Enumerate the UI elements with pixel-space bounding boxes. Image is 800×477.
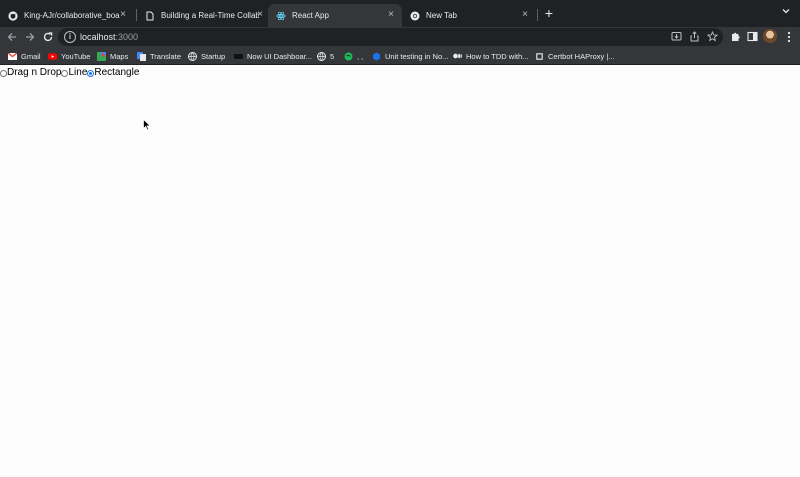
mouse-pointer-icon [143,119,151,131]
bookmark-icon [372,52,381,61]
bookmark-translate[interactable]: Translate [137,50,181,62]
bookmark-label: Startup [201,51,226,61]
youtube-icon [48,52,57,61]
share-icon[interactable] [688,31,700,43]
bookmark-tdd[interactable]: How to TDD with... [453,50,528,62]
gmail-icon [8,52,17,61]
tab-title: Building a Real-Time Collabora [161,11,259,20]
tool-label-line[interactable]: Line [68,67,87,79]
install-app-icon[interactable] [670,31,682,43]
tab-github[interactable]: King-AJr/collaborative_board × [0,4,134,27]
url-host: localhost [80,32,116,42]
bookmark-label: How to TDD with... [466,51,529,61]
tab-strip: King-AJr/collaborative_board × Building … [0,0,800,27]
tool-radio-drag-n-drop[interactable] [0,69,7,77]
bookmark-label: Translate [150,51,181,61]
extensions-puzzle-icon[interactable] [729,31,741,43]
globe-icon [317,51,326,61]
close-tab-icon[interactable]: × [257,9,263,21]
bookmark-icon [234,52,243,61]
reload-button[interactable] [40,29,56,45]
browser-toolbar: i localhost:3000 [0,27,800,47]
bookmark-icon [535,52,544,61]
bookmark-maps[interactable]: Maps [97,50,128,62]
close-tab-icon[interactable]: × [522,9,528,21]
site-info-icon[interactable]: i [64,31,76,43]
bookmark-startup[interactable]: Startup [188,50,225,62]
document-icon [145,11,155,21]
bookmark-star-icon[interactable] [706,30,718,43]
medium-icon [453,52,462,61]
bookmark-now-ui-dashboard[interactable]: Now UI Dashboar... [234,50,312,62]
page-content: Drag n Drop Line Rectangle [0,65,800,477]
github-icon [8,10,18,21]
tool-selector: Drag n Drop Line Rectangle [0,67,139,79]
bookmark-label: 5 [330,51,335,61]
bookmark-comma[interactable]: , , [344,50,363,62]
tool-label-drag-n-drop[interactable]: Drag n Drop [7,67,61,79]
more-menu-icon[interactable] [783,31,795,43]
tool-label-rectangle[interactable]: Rectangle [94,67,139,79]
bookmark-label: YouTube [61,51,91,61]
side-panel-icon[interactable] [746,31,758,43]
bookmark-youtube[interactable]: YouTube [48,50,90,62]
bookmark-label: , , [357,51,364,61]
bookmark-label: Certbot HAProxy |... [548,51,615,61]
globe-icon [188,51,197,61]
bookmark-gmail[interactable]: Gmail [8,50,41,62]
bookmark-label: Unit testing in No... [385,51,449,61]
url-port: :3000 [115,32,139,42]
tab-react-app[interactable]: React App × [268,4,402,27]
close-tab-icon[interactable]: × [120,9,126,21]
address-url[interactable]: localhost:3000 [80,31,138,43]
bookmark-label: Gmail [21,51,41,61]
close-tab-icon[interactable]: × [388,9,394,21]
tab-search-chevron-icon[interactable] [780,6,792,18]
tool-radio-line[interactable] [61,69,69,77]
address-bar[interactable]: i localhost:3000 [58,28,723,46]
back-button[interactable] [4,29,20,45]
maps-icon [97,51,106,61]
tab-article[interactable]: Building a Real-Time Collabora × [137,4,271,27]
tab-title: King-AJr/collaborative_board [24,11,120,20]
react-icon [276,11,286,21]
bookmark-5[interactable]: 5 [317,50,334,62]
bookmarks-bar: Gmail YouTube Maps Translate Startup Now… [0,47,800,65]
forward-button[interactable] [22,29,38,45]
tab-divider [537,9,538,21]
bookmark-icon [344,52,353,61]
profile-avatar[interactable] [763,29,777,43]
bookmark-label: Now UI Dashboar... [247,51,313,61]
drawing-canvas[interactable] [0,81,800,477]
tab-title: React App [292,11,329,20]
bookmark-unit-testing[interactable]: Unit testing in No... [372,50,448,62]
translate-icon [137,51,146,61]
tab-new-tab[interactable]: New Tab × [402,4,536,27]
new-tab-button[interactable]: + [542,6,556,20]
chrome-icon [410,11,420,21]
tool-radio-rectangle[interactable] [87,69,95,77]
bookmark-label: Maps [110,51,129,61]
bookmark-certbot[interactable]: Certbot HAProxy |... [535,50,615,62]
tab-title: New Tab [426,11,457,20]
